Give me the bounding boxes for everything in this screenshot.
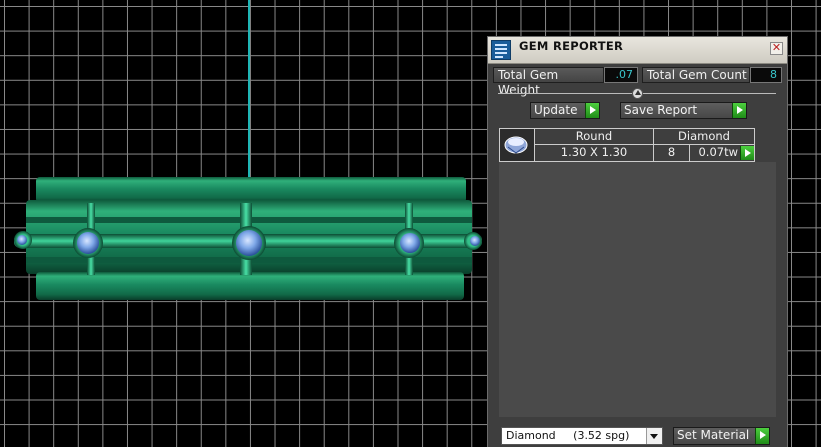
header-shape: Round bbox=[535, 129, 654, 145]
save-report-button-label: Save Report bbox=[624, 103, 698, 117]
gem bbox=[77, 232, 99, 254]
row-play-arrow-icon[interactable] bbox=[740, 146, 754, 160]
update-button-label: Update bbox=[534, 103, 578, 117]
gem bbox=[470, 236, 480, 246]
gem-weight: 0.07tw bbox=[698, 145, 738, 159]
gem bbox=[400, 233, 420, 253]
total-gem-weight-label: Total Gem Weight bbox=[493, 67, 604, 97]
save-report-button[interactable]: Save Report bbox=[620, 102, 747, 119]
total-gem-count-value: 8 bbox=[750, 67, 782, 83]
band-top bbox=[36, 177, 466, 203]
total-gem-count-label: Total Gem Count bbox=[642, 67, 750, 83]
slider-knob-icon[interactable] bbox=[632, 88, 643, 99]
chevron-down-icon bbox=[646, 428, 662, 444]
play-arrow-icon bbox=[755, 428, 769, 444]
panel-titlebar[interactable]: GEM REPORTER ✕ bbox=[488, 37, 787, 64]
gem-reporter-icon bbox=[491, 40, 511, 60]
gem-list-area[interactable] bbox=[499, 162, 776, 417]
band-bottom bbox=[36, 272, 464, 300]
material-select-value: Diamond (3.52 spg) bbox=[506, 429, 630, 442]
play-arrow-icon bbox=[732, 103, 746, 118]
panel-title: GEM REPORTER bbox=[519, 39, 624, 53]
gem-reporter-panel: GEM REPORTER ✕ Total Gem Weight .07 Tota… bbox=[487, 36, 788, 447]
header-material: Diamond bbox=[654, 129, 754, 145]
set-material-button-label: Set Material bbox=[677, 428, 750, 442]
total-gem-weight-value: .07 bbox=[604, 67, 638, 83]
gem-count: 8 bbox=[654, 145, 690, 161]
play-arrow-icon bbox=[585, 103, 599, 118]
gem-size: 1.30 X 1.30 bbox=[535, 145, 654, 161]
gem bbox=[17, 235, 27, 245]
set-material-button[interactable]: Set Material bbox=[673, 427, 770, 445]
material-select[interactable]: Diamond (3.52 spg) bbox=[501, 427, 663, 445]
close-icon[interactable]: ✕ bbox=[770, 42, 783, 55]
round-gem-thumbnail[interactable] bbox=[500, 129, 535, 161]
gem bbox=[236, 230, 262, 256]
gem-table: Round Diamond 1.30 X 1.30 8 0.07tw bbox=[499, 128, 755, 162]
update-button[interactable]: Update bbox=[530, 102, 600, 119]
